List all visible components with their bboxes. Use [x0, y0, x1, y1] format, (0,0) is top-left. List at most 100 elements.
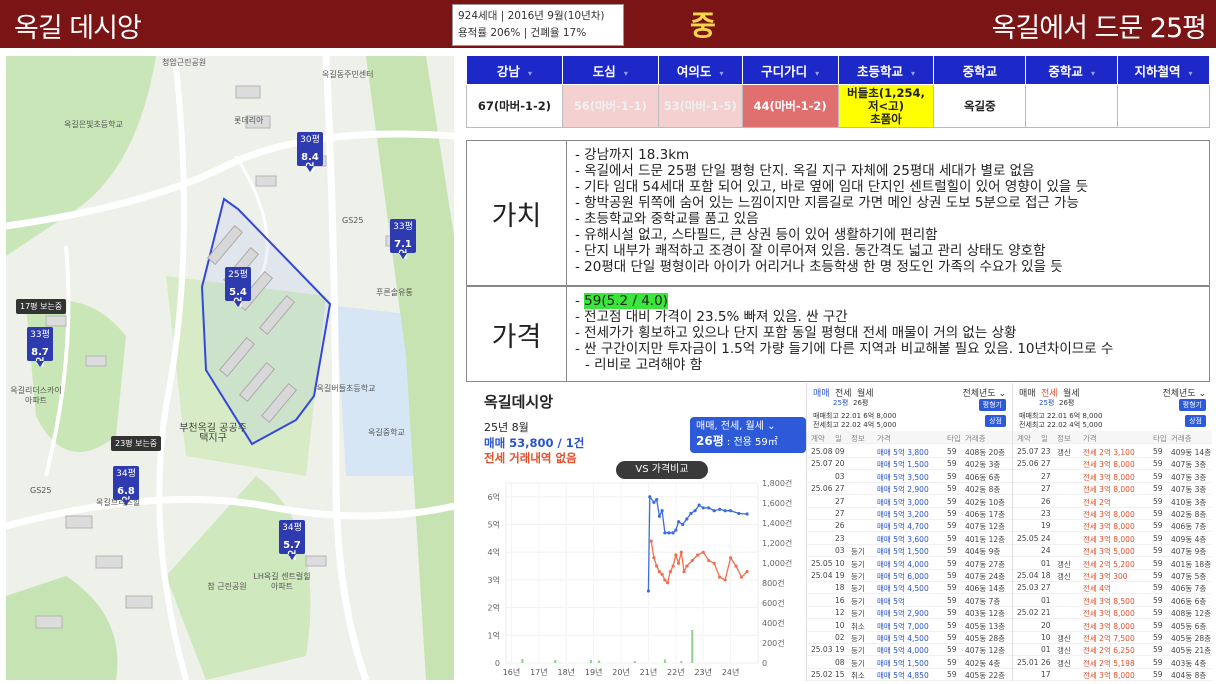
- listing-cell: 19: [1041, 521, 1051, 531]
- detail-button[interactable]: 상점: [985, 415, 1006, 427]
- listing-cell: 407동 12층: [965, 522, 1006, 532]
- complex-map[interactable]: 30평 8.4억 33평 7.1억 25평 5.4억 33평 8.7억 34평 6.8억 …: [6, 56, 454, 680]
- data-point: [676, 520, 681, 524]
- table-row[interactable]: 17 전세 3억 8,000 59 404동 8층: [1013, 668, 1212, 681]
- list-item: 리비로 고려해야 함: [575, 357, 1113, 373]
- table-row[interactable]: 16 등기 매매 5억 59 407동 7층: [807, 594, 1012, 607]
- year-dropdown[interactable]: 전체년도 ⌄: [1162, 386, 1206, 399]
- col-yeouido[interactable]: 여의도 ▾: [657, 55, 743, 85]
- listing-cell: 59: [1153, 595, 1163, 605]
- listing-cell: 59: [1153, 546, 1163, 556]
- listing-cell: 408동 20층: [965, 448, 1006, 457]
- table-row[interactable]: 02 등기 매매 5억 4,500 59 405동 28층: [807, 631, 1012, 644]
- listing-cell: 407동 9층: [1171, 547, 1207, 557]
- listing-cell: 59: [1153, 571, 1163, 580]
- area-25[interactable]: 25평: [1039, 398, 1054, 408]
- col-gangnam[interactable]: 강남 ▾: [466, 55, 563, 85]
- listing-cell: 406동 6층: [965, 472, 1001, 482]
- table-row[interactable]: 26 매매 5억 4,700 59 407동 12층: [807, 519, 1012, 533]
- table-row[interactable]: 20 전세 3억 8,000 59 405동 6층: [1013, 619, 1212, 632]
- area-25[interactable]: 25평: [833, 398, 848, 408]
- tab-sale[interactable]: 매매: [813, 386, 830, 399]
- x-tick-label: 22년: [667, 667, 685, 677]
- data-point: [729, 509, 733, 513]
- listing-col-header: 일: [1041, 434, 1048, 443]
- data-point: [674, 553, 678, 557]
- col-middle-1[interactable]: 중학교: [933, 55, 1027, 85]
- list-item: 20평대 단일 평형이라 아이가 어리거나 초등학생 한 명 정도인 가족의 수…: [575, 259, 1088, 275]
- table-row[interactable]: 12 등기 매매 5억 2,900 59 403동 12층: [807, 606, 1012, 620]
- table-row[interactable]: 08 등기 매매 5억 1,500 59 402동 4층: [807, 656, 1012, 669]
- vs-compare-button[interactable]: VS 가격비교: [616, 461, 708, 479]
- table-row[interactable]: 01 갱신 전세 2억 5,200 59 401동 18층: [1013, 557, 1212, 570]
- tab-sale[interactable]: 매매: [1019, 386, 1036, 399]
- col-subway[interactable]: 지하철역 ▾: [1117, 55, 1210, 85]
- table-row[interactable]: 25.07 20 매매 5억 1,500 59 402동 3층: [807, 457, 1012, 471]
- map-label-central-hill: LH옥길 센트럴힐아파트: [253, 572, 311, 591]
- table-row[interactable]: 24 전세 3억 5,000 59 407동 9층: [1013, 544, 1212, 558]
- table-row[interactable]: 25.07 23 갱신 전세 2억 3,100 59 409동 14층: [1013, 445, 1212, 458]
- table-row[interactable]: 25.06 27 전세 3억 8,000 59 407동 3층: [1013, 457, 1212, 471]
- lease-max-stat: 전세최고 22.02 4억 5,000: [1019, 421, 1103, 429]
- table-row[interactable]: 03 등기 매매 5억 1,500 59 404동 9층: [807, 544, 1012, 558]
- table-row[interactable]: 27 매매 5억 3,000 59 402동 10층: [807, 495, 1012, 508]
- y-left-tick-label: 4억: [488, 547, 500, 557]
- detail-button[interactable]: 상점: [1185, 415, 1206, 427]
- table-row[interactable]: 10 갱신 전세 2억 7,500 59 405동 28층: [1013, 631, 1212, 644]
- table-row[interactable]: 25.03 19 등기 매매 5억 4,000 59 407동 12층: [807, 643, 1012, 657]
- col-middle-2[interactable]: 중학교 ▾: [1025, 55, 1119, 85]
- listing-cell: 갱신: [1057, 646, 1071, 656]
- table-row[interactable]: 03 매매 5억 3,500 59 406동 6층: [807, 470, 1012, 483]
- table-row[interactable]: 25.05 10 등기 매매 5억 4,000 59 407동 27층: [807, 557, 1012, 570]
- price-pin-6[interactable]: 34평 5.7억: [279, 520, 305, 562]
- table-row[interactable]: 18 등기 매매 5억 4,500 59 406동 14층: [807, 581, 1012, 595]
- table-row[interactable]: 25.05 24 전세 3억 8,000 59 409동 4층: [1013, 532, 1212, 545]
- listing-cell: 59: [1153, 459, 1163, 469]
- listing-cell: 59: [947, 447, 957, 456]
- col-elementary[interactable]: 초등학교 ▾: [837, 55, 935, 85]
- table-row[interactable]: 25.08 09 매매 5억 3,800 59 408동 20층: [807, 445, 1012, 458]
- table-row[interactable]: 10 취소 매매 5억 7,000 59 405동 13층: [807, 619, 1012, 632]
- table-row[interactable]: 01 전세 3억 8,500 59 406동 6층: [1013, 594, 1212, 607]
- listing-cell: 407동 3층: [1171, 472, 1207, 482]
- listing-cell: 24: [1041, 533, 1051, 543]
- compare-button[interactable]: 평형기: [1178, 399, 1206, 411]
- table-row[interactable]: 25.06 27 매매 5억 2,900 59 402동 8층: [807, 482, 1012, 496]
- col-downtown[interactable]: 도심 ▾: [561, 55, 659, 85]
- area-26[interactable]: 26평: [1059, 398, 1074, 408]
- price-pin-1[interactable]: 30평 8.4억: [297, 132, 323, 174]
- col-gudi[interactable]: 구디가디 ▾: [741, 55, 839, 85]
- year-dropdown[interactable]: 전체년도 ⌄: [962, 386, 1006, 399]
- compare-button[interactable]: 평형기: [978, 399, 1006, 411]
- data-point: [679, 550, 683, 554]
- table-row[interactable]: 25.03 27 전세 4억 59 406동 7층: [1013, 581, 1212, 595]
- table-row[interactable]: 27 전세 3억 8,000 59 407동 3층: [1013, 470, 1212, 483]
- table-row[interactable]: 19 전세 3억 8,000 59 406동 7층: [1013, 519, 1212, 533]
- price-line-chart: 0 1억 2억 3억 4억 5억 6억 0 200건 400건 600건 800건 1,000건 1,20…: [488, 479, 793, 677]
- price-pin-4[interactable]: 33평 8.7억: [27, 327, 53, 369]
- price-pin-2[interactable]: 33평 7.1억: [390, 219, 416, 261]
- distance-school-table: 강남 ▾ 도심 ▾ 여의도 ▾ 구디가디 ▾ 초등학교 ▾ 중학교 중학교 ▾ 지하철역 ▾ …: [466, 55, 1210, 128]
- trade-type-select[interactable]: 매매, 전세, 월세 ⌄ 26평 : 전용 59㎡: [690, 417, 806, 453]
- volume-bar: [598, 660, 601, 663]
- listing-cell: 59: [1153, 509, 1163, 518]
- table-row[interactable]: 26 전세 2억 59 410동 3층: [1013, 495, 1212, 508]
- price-pin-5[interactable]: 34평 6.8억: [113, 466, 139, 508]
- area-26[interactable]: 26평: [853, 398, 868, 408]
- table-row[interactable]: 25.02 15 취소 매매 5억 4,850 59 405동 22층: [807, 668, 1012, 681]
- listing-cell: 12: [835, 608, 845, 618]
- table-row[interactable]: 27 전세 3억 8,000 59 407동 3층: [1013, 482, 1212, 496]
- price-pin-3[interactable]: 25평 5.4억: [225, 267, 251, 309]
- listing-cell: 407동 24층: [965, 572, 1006, 581]
- table-row[interactable]: 25.04 18 갱신 전세 3억 300 59 407동 5층: [1013, 569, 1212, 582]
- table-row[interactable]: 25.04 19 등기 매매 5억 6,000 59 407동 24층: [807, 569, 1012, 582]
- listing-cell: 407동 12층: [965, 646, 1006, 656]
- data-point: [697, 503, 701, 507]
- table-row[interactable]: 23 매매 5억 3,600 59 401동 12층: [807, 532, 1012, 545]
- table-row[interactable]: 01 갱신 전세 2억 6,250 59 405동 21층: [1013, 643, 1212, 657]
- table-row[interactable]: 23 전세 3억 8,000 59 402동 8층: [1013, 507, 1212, 520]
- table-row[interactable]: 25.01 26 갱신 전세 2억 5,198 59 403동 4층: [1013, 656, 1212, 669]
- table-row[interactable]: 25.02 21 전세 3억 8,000 59 408동 12층: [1013, 606, 1212, 620]
- table-row[interactable]: 27 매매 5억 3,200 59 406동 17층: [807, 507, 1012, 520]
- x-tick-label: 23년: [694, 667, 712, 677]
